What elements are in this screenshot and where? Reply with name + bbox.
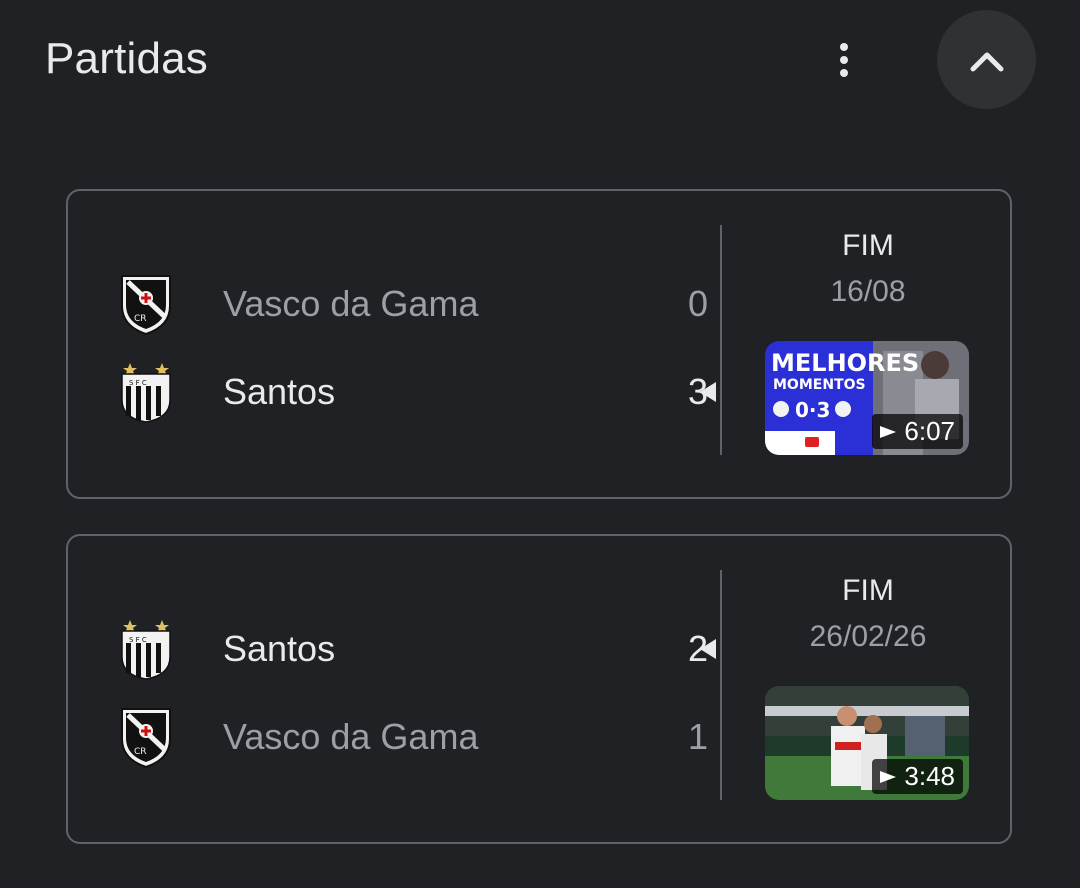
team-score: 0: [687, 283, 708, 324]
santos-crest-icon: S F C: [121, 363, 171, 423]
svg-text:S F C: S F C: [129, 379, 147, 387]
team-name: Vasco da Gama: [223, 283, 479, 324]
svg-text:S F C: S F C: [129, 636, 147, 644]
vasco-crest-icon: CR: [121, 708, 171, 769]
duration-text: 3:48: [904, 761, 955, 791]
team-row-home[interactable]: CR Vasco da Gama 0: [68, 269, 708, 339]
match-status: FIM: [842, 574, 894, 607]
divider: [720, 570, 722, 800]
santos-crest-icon: S F C: [121, 620, 171, 680]
svg-text:CR: CR: [134, 747, 147, 757]
video-thumbnail[interactable]: 3:48: [765, 686, 969, 800]
more-vert-icon: [840, 43, 848, 51]
more-options-button[interactable]: [820, 36, 868, 84]
collapse-button[interactable]: [937, 10, 1036, 109]
team-row-away[interactable]: S F C Santos 3: [68, 357, 708, 427]
team-name: Santos: [223, 628, 336, 669]
chevron-up-icon: [970, 52, 1003, 71]
match-date: 26/02/26: [809, 620, 927, 653]
more-vert-icon-dot: [840, 56, 848, 64]
vasco-crest-icon: CR: [121, 275, 171, 336]
video-duration: 3:48: [872, 759, 963, 794]
play-icon: [880, 425, 897, 438]
header: Partidas: [0, 0, 1080, 130]
winner-indicator-icon: [700, 639, 716, 659]
winner-indicator-icon: [700, 382, 716, 402]
team-row-home[interactable]: S F C Santos 2: [68, 614, 708, 684]
divider: [720, 225, 722, 455]
svg-text:CR: CR: [134, 314, 147, 324]
more-vert-icon-dot: [840, 69, 848, 77]
duration-text: 6:07: [904, 416, 955, 446]
video-thumbnail[interactable]: MELHORES MOMENTOS 0·3 6:07: [765, 341, 969, 455]
team-name: Vasco da Gama: [223, 716, 479, 757]
video-duration: 6:07: [872, 414, 963, 449]
thumb-text-2: MOMENTOS: [773, 377, 866, 393]
match-status: FIM: [842, 229, 894, 262]
play-icon: [880, 770, 897, 783]
thumb-text-1: MELHORES: [771, 349, 919, 377]
match-date: 16/08: [830, 275, 906, 308]
team-name: Santos: [223, 371, 336, 412]
thumb-score: 0·3: [795, 398, 830, 422]
section-title: Partidas: [45, 34, 209, 83]
team-score: 1: [687, 716, 708, 757]
match-card[interactable]: S F C Santos 2 CR Vasco da Gama 1 FIM 26…: [66, 534, 1012, 844]
team-row-away[interactable]: CR Vasco da Gama 1: [68, 702, 708, 772]
match-card[interactable]: CR Vasco da Gama 0 S F C Santos 3 FIM 16…: [66, 189, 1012, 499]
